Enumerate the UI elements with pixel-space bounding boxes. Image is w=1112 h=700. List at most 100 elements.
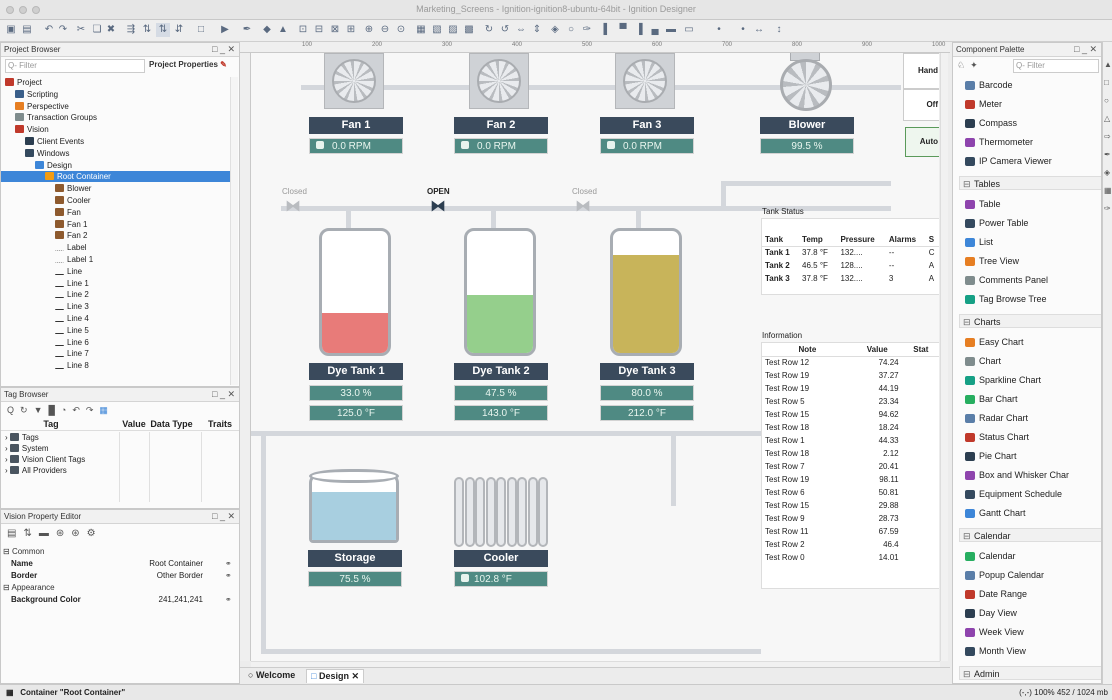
tree-item[interactable]: Line 2 xyxy=(1,289,231,300)
image-icon[interactable]: ▦ xyxy=(414,23,428,37)
tag-column-header[interactable]: Data Type xyxy=(149,419,194,429)
sort-category-icon[interactable]: ▤ xyxy=(7,528,23,539)
property-value[interactable]: Other Border xyxy=(123,570,203,582)
information-row[interactable]: Test Row 5 23.34 xyxy=(762,395,939,408)
information-row[interactable]: Test Row 1 44.33 xyxy=(762,434,939,447)
import-icon[interactable]: ↶ xyxy=(72,405,86,415)
zoom-fit-icon[interactable]: ⊙ xyxy=(394,23,408,37)
tree-item[interactable]: Windows xyxy=(1,148,231,159)
tree-item[interactable]: Cooler xyxy=(1,195,231,206)
script-icon[interactable]: ▩ xyxy=(462,23,476,37)
dock-icons[interactable]: ▲ □ ○ △ ⇨ ✒ ◈ ▦ ✑ xyxy=(1104,56,1112,218)
tank-status-column-header[interactable]: Tank xyxy=(762,233,800,247)
information-row[interactable]: Test Row 9 28.73 xyxy=(762,512,939,525)
shield-icon[interactable]: ▲ xyxy=(276,23,290,37)
play-icon[interactable]: ▶ xyxy=(218,23,232,37)
information-row[interactable]: Test Row 6 50.81 xyxy=(762,486,939,499)
canvas-vscroll[interactable] xyxy=(940,53,948,661)
add-tag-icon[interactable]: ▼ xyxy=(34,405,49,415)
refresh-icon[interactable]: ↻ xyxy=(20,405,34,415)
dye-tank[interactable] xyxy=(610,228,682,356)
palette-item[interactable]: Sparkline Chart xyxy=(953,371,1041,389)
tag-item[interactable]: › All Providers xyxy=(5,465,67,476)
information-row[interactable]: Test Row 19 37.27 xyxy=(762,369,939,382)
panel-controls[interactable]: □ _ ✕ xyxy=(212,43,235,56)
property-section-header[interactable]: ⊟ Common xyxy=(3,546,231,558)
fan-unit[interactable] xyxy=(319,53,389,109)
palette-item[interactable]: Pie Chart xyxy=(953,447,1017,465)
align-middle-icon[interactable]: ▬ xyxy=(664,23,678,37)
shape-tool-icon[interactable]: ◆ xyxy=(260,23,274,37)
property-row[interactable]: Border Other Border ⚭ xyxy=(11,570,239,582)
eyedropper-icon[interactable]: ✑ xyxy=(580,23,594,37)
search-icon[interactable]: Q xyxy=(7,405,20,415)
close-tab-icon[interactable]: ✕ xyxy=(351,671,359,681)
information-column-header[interactable]: Stat xyxy=(901,343,939,357)
resize-icon[interactable]: ↔ xyxy=(752,23,766,37)
palette-item[interactable]: Week View xyxy=(953,623,1024,641)
tree-item[interactable]: Fan xyxy=(1,207,231,218)
tree-item[interactable]: Perspective xyxy=(1,101,231,112)
tank-status-row[interactable]: Tank 3 37.8 °F 132.... 3 A xyxy=(762,272,939,285)
undo-icon[interactable]: ↶ xyxy=(42,23,56,37)
information-row[interactable]: Test Row 2 46.4 xyxy=(762,538,939,551)
tag-column-header[interactable]: Traits xyxy=(201,419,239,429)
palette-section-header[interactable]: Calendar xyxy=(959,528,1101,543)
valve-icon[interactable]: ⧓ xyxy=(430,198,446,216)
palette-item[interactable]: Calendar xyxy=(953,547,1016,565)
information-row[interactable]: Test Row 7 20.41 xyxy=(762,460,939,473)
flip-vertical-icon[interactable]: ⇕ xyxy=(530,23,544,37)
tag-item[interactable]: › System xyxy=(5,443,49,454)
palette-item[interactable]: Meter xyxy=(953,95,1002,113)
more-icon[interactable]: • xyxy=(712,23,726,37)
tree-item[interactable]: Project xyxy=(1,77,231,88)
palette-filter-input[interactable]: Q- Filter xyxy=(1013,59,1099,73)
palette-item[interactable]: Power Table xyxy=(953,214,1028,232)
align-right-icon[interactable]: ▐ xyxy=(632,23,646,37)
fill-icon[interactable]: ◈ xyxy=(548,23,562,37)
fan-unit[interactable] xyxy=(464,53,534,109)
palette-item[interactable]: Chart xyxy=(953,352,1001,370)
view-icon[interactable]: ▬ xyxy=(39,528,56,539)
information-row[interactable]: Test Row 15 29.88 xyxy=(762,499,939,512)
bind-icon[interactable]: ▨ xyxy=(446,23,460,37)
palette-item[interactable]: Compass xyxy=(953,114,1017,132)
tag-column-header[interactable]: Value xyxy=(119,419,149,429)
tree-item[interactable]: Line 1 xyxy=(1,278,231,289)
palette-section-header[interactable]: Charts xyxy=(959,314,1101,329)
off-button[interactable]: Off xyxy=(903,89,939,121)
pen-tool-icon[interactable]: ✒ xyxy=(240,23,254,37)
distribute-icon[interactable]: ⇵ xyxy=(172,23,186,37)
tree-item[interactable]: Fan 1 xyxy=(1,219,231,230)
hand-button[interactable]: Hand xyxy=(903,53,939,89)
information-row[interactable]: Test Row 19 44.19 xyxy=(762,382,939,395)
tree-item[interactable]: Line xyxy=(1,266,231,277)
binding-icon[interactable]: ⚭ xyxy=(225,558,232,570)
palette-item[interactable]: List xyxy=(953,233,993,251)
project-properties-button[interactable]: Project Properties ✎ xyxy=(149,60,227,69)
palette-item[interactable]: Barcode xyxy=(953,76,1013,94)
tank-status-row[interactable]: Tank 2 46.5 °F 128.... -- A xyxy=(762,259,939,272)
settings-icon[interactable]: ⚙ xyxy=(87,528,103,539)
align-left-icon[interactable]: ▌ xyxy=(600,23,614,37)
customize-icon[interactable]: ⊛ xyxy=(71,528,86,539)
information-row[interactable]: Test Row 12 74.24 xyxy=(762,356,939,369)
palette-item[interactable]: Popup Calendar xyxy=(953,566,1044,584)
fan-unit[interactable] xyxy=(610,53,680,109)
copy-icon[interactable]: ❏ xyxy=(90,23,104,37)
palette-item[interactable]: Tag Browse Tree xyxy=(953,290,1047,308)
favorites-icon[interactable]: ✦ xyxy=(970,60,978,70)
information-row[interactable]: Test Row 11 67.59 xyxy=(762,525,939,538)
tag-item[interactable]: › Tags xyxy=(5,432,39,443)
palette-item[interactable]: Month View xyxy=(953,642,1026,660)
anchor-icon[interactable]: ↕ xyxy=(772,23,786,37)
palette-icon[interactable]: ♘ xyxy=(957,60,965,70)
panel-controls[interactable]: □ _ ✕ xyxy=(1074,43,1097,56)
tank-status-column-header[interactable]: Alarms xyxy=(885,233,926,247)
table-icon[interactable]: ▦ xyxy=(99,405,114,415)
union-icon[interactable]: ⊞ xyxy=(344,23,358,37)
palette-item[interactable]: Date Range xyxy=(953,585,1027,603)
cut-icon[interactable]: ✂ xyxy=(74,23,88,37)
palette-item[interactable]: Bar Chart xyxy=(953,390,1018,408)
folder-icon[interactable]: █ xyxy=(48,405,60,415)
